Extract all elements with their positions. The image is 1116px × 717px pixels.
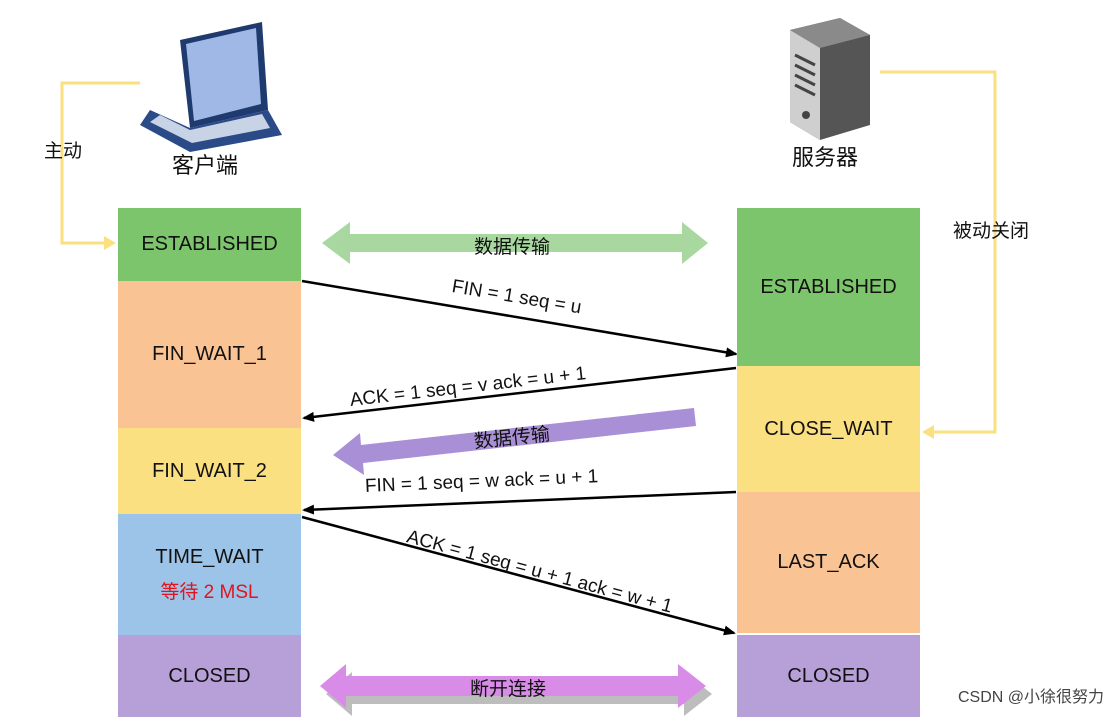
state-name: LAST_ACK: [777, 551, 880, 573]
watermark: CSDN @小徐很努力: [957, 689, 1104, 706]
state-name: CLOSED: [168, 664, 251, 687]
client-state-established: ESTABLISHED: [118, 208, 301, 281]
state-name: FIN_WAIT_1: [152, 343, 267, 365]
passive-label: 被动关闭: [953, 221, 1030, 242]
client-label: 客户端: [172, 153, 239, 178]
state-name: CLOSE_WAIT: [764, 417, 893, 440]
disconnect-label: 断开连接: [470, 679, 547, 700]
passive-close-arrowhead: [922, 425, 934, 439]
data-transfer-label: 数据传输: [474, 237, 551, 258]
time-wait-note: 等待 2 MSL: [160, 581, 259, 603]
server-icon: [790, 18, 870, 140]
client-state-closed: CLOSED: [118, 635, 301, 717]
active-label: 主动: [44, 141, 83, 162]
client-state-fin-wait-1: FIN_WAIT_1: [118, 281, 301, 428]
server-state-close-wait: CLOSE_WAIT: [737, 366, 920, 492]
state-name: ESTABLISHED: [141, 233, 278, 255]
state-name: ESTABLISHED: [760, 275, 897, 298]
client-state-time-wait: TIME_WAIT 等待 2 MSL: [118, 514, 301, 635]
state-name: FIN_WAIT_2: [152, 459, 267, 482]
server-state-closed: CLOSED: [737, 635, 920, 717]
client-state-fin-wait-2: FIN_WAIT_2: [118, 428, 301, 514]
server-label: 服务器: [792, 145, 859, 170]
laptop-icon: [140, 22, 282, 152]
state-name: CLOSED: [787, 664, 870, 687]
server-state-last-ack: LAST_ACK: [737, 492, 920, 633]
active-close-arrowhead: [104, 236, 116, 250]
server-state-established: ESTABLISHED: [737, 208, 920, 366]
state-name: TIME_WAIT: [155, 545, 264, 568]
